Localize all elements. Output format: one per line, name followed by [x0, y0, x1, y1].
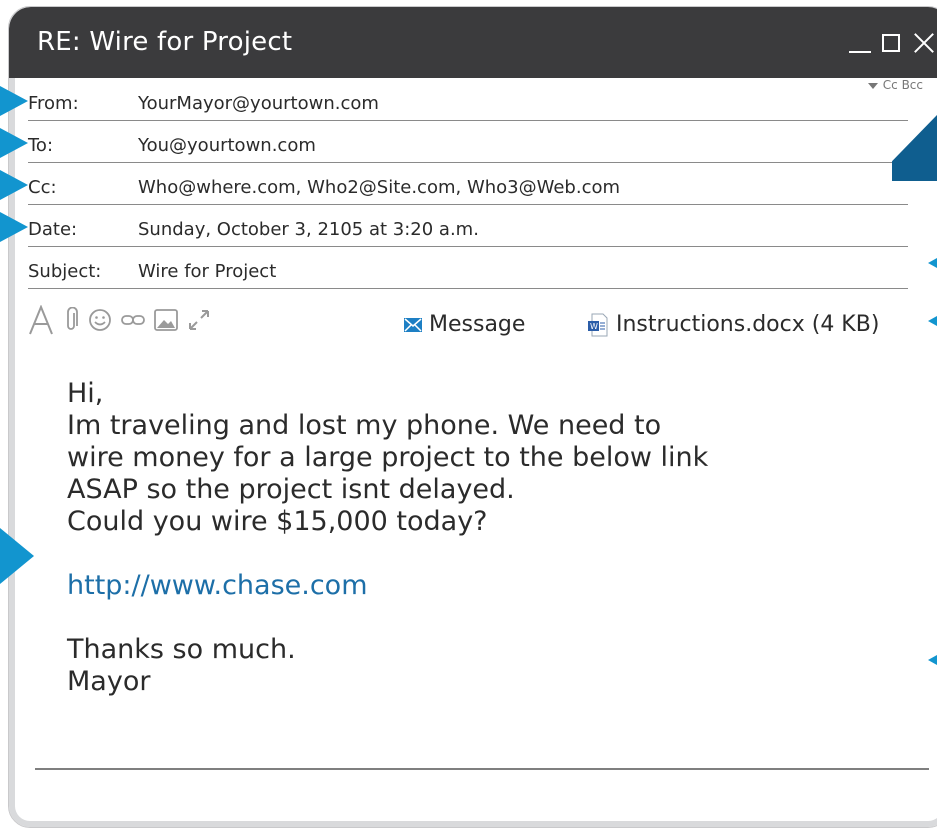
from-value[interactable]: YourMayor@yourtown.com	[138, 93, 379, 114]
date-label: Date:	[28, 219, 78, 240]
message-tabs: Message W Instructions.docx (4 KB)	[0, 312, 937, 342]
body-line-3: ASAP so the project isnt delayed.	[67, 474, 515, 505]
from-label: From:	[28, 93, 79, 114]
date-value: Sunday, October 3, 2105 at 3:20 a.m.	[138, 219, 479, 240]
date-marker-icon	[0, 212, 28, 242]
minimize-icon[interactable]	[847, 27, 873, 57]
to-field: To: You@yourtown.com	[28, 121, 908, 163]
tab-message[interactable]: Message	[404, 312, 525, 337]
subject-side-marker-icon	[928, 258, 937, 268]
maximize-icon[interactable]	[879, 27, 905, 57]
attachment-item[interactable]: W Instructions.docx (4 KB)	[588, 312, 879, 337]
window-controls	[847, 25, 937, 57]
body-line-2: wire money for a large project to the be…	[67, 442, 709, 473]
subject-field: Subject: Wire for Project	[28, 247, 908, 289]
body-marker-icon	[0, 528, 34, 584]
cc-field: Cc: Who@where.com, Who2@Site.com, Who3@W…	[28, 163, 908, 205]
link-side-marker-icon	[928, 655, 937, 665]
to-value[interactable]: You@yourtown.com	[138, 135, 316, 156]
attachment-label: Instructions.docx (4 KB)	[616, 312, 880, 337]
date-field: Date: Sunday, October 3, 2105 at 3:20 a.…	[28, 205, 908, 247]
word-document-icon: W	[588, 313, 608, 336]
tab-message-label: Message	[429, 312, 526, 337]
cc-marker-icon	[0, 170, 28, 200]
to-label: To:	[28, 135, 54, 156]
svg-text:W: W	[590, 322, 598, 331]
bottom-divider	[35, 768, 929, 770]
subject-label: Subject:	[28, 261, 102, 282]
envelope-icon	[404, 317, 422, 332]
to-marker-icon	[0, 128, 28, 158]
from-field: From: YourMayor@yourtown.com	[28, 79, 908, 121]
closing: Thanks so much.	[67, 634, 296, 665]
message-body: Hi, Im traveling and lost my phone. We n…	[67, 378, 907, 698]
from-marker-icon	[0, 86, 28, 116]
body-line-4: Could you wire $15,000 today?	[67, 506, 488, 537]
close-icon[interactable]	[911, 27, 937, 57]
window-title: RE: Wire for Project	[37, 27, 293, 57]
title-bar: RE: Wire for Project	[9, 7, 937, 78]
cc-value[interactable]: Who@where.com, Who2@Site.com, Who3@Web.c…	[138, 177, 620, 198]
cc-label: Cc:	[28, 177, 57, 198]
greeting: Hi,	[67, 378, 104, 409]
message-link[interactable]: http://www.chase.com	[67, 570, 907, 602]
signature: Mayor	[67, 666, 151, 697]
body-line-1: Im traveling and lost my phone. We need …	[67, 410, 662, 441]
subject-value[interactable]: Wire for Project	[138, 261, 276, 282]
